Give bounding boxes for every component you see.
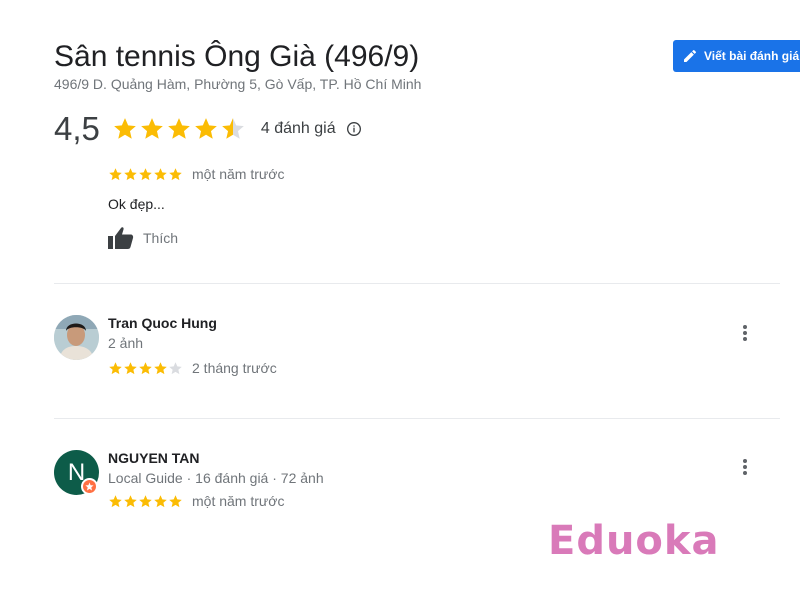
more-options-button[interactable] [737,457,753,477]
star-empty-icon [169,361,182,374]
local-guide-badge-icon [81,478,98,495]
average-stars [112,116,247,142]
divider [54,418,780,419]
star-filled-icon [168,118,190,139]
reviewer-name[interactable]: Tran Quoc Hung [108,315,277,331]
divider [54,283,780,284]
like-label: Thích [143,230,179,246]
star-half-icon [222,118,244,139]
star-filled-icon [109,494,122,507]
star-filled-icon [114,118,136,139]
more-vert-icon [743,325,747,329]
reviewer-meta: 2 ảnh [108,335,144,351]
rating-summary: 4,5 4 đánh giá [54,110,362,148]
info-icon[interactable] [346,121,362,137]
star-filled-icon [139,494,152,507]
reviewer-meta: Local Guide · 16 đánh giá · 72 ảnh [108,470,324,486]
review-time: 2 tháng trước [192,360,277,376]
place-address: 496/9 D. Quảng Hàm, Phường 5, Gò Vấp, TP… [54,76,422,92]
avatar-photo [54,315,99,360]
star-filled-icon [154,361,167,374]
star-filled-icon [124,361,137,374]
star-filled-icon [139,167,152,180]
reviewer-name[interactable]: NGUYEN TAN [108,450,324,466]
star-filled-icon [109,361,122,374]
review-2-header: Tran Quoc Hung 2 ảnh 2 tháng trước [108,315,277,376]
write-review-label: Viết bài đánh giá [704,49,800,63]
review-text: Ok đẹp... [108,196,165,212]
review-1-stars-line: một năm trước [108,166,284,182]
review-time: một năm trước [192,166,285,182]
star-filled-icon [169,494,182,507]
review-count[interactable]: 4 đánh giá [261,120,336,138]
write-review-button[interactable]: Viết bài đánh giá [673,40,800,72]
review-stars [108,361,183,376]
review-stars [108,494,183,509]
star-filled-icon [141,118,163,139]
watermark-logo: Eduoka [548,518,720,564]
like-button[interactable]: Thích [108,226,178,250]
star-filled-icon [154,494,167,507]
thumbs-up-icon [108,227,134,249]
review-panel: Sân tennis Ông Già (496/9) 496/9 D. Quản… [0,0,800,600]
more-options-button[interactable] [737,323,753,343]
star-filled-icon [195,118,217,139]
star-filled-icon [124,494,137,507]
place-title: Sân tennis Ông Già (496/9) [54,40,420,73]
review-3-header: NGUYEN TAN Local Guide · 16 đánh giá · 7… [108,450,324,509]
average-rating: 4,5 [54,110,100,147]
star-filled-icon [154,167,167,180]
star-filled-icon [139,361,152,374]
pencil-icon [684,49,697,62]
review-time: một năm trước [192,493,285,509]
more-vert-icon [743,459,747,463]
review-stars [108,167,183,182]
avatar[interactable] [54,315,99,360]
star-filled-icon [124,167,137,180]
star-filled-icon [169,167,182,180]
star-filled-icon [109,167,122,180]
